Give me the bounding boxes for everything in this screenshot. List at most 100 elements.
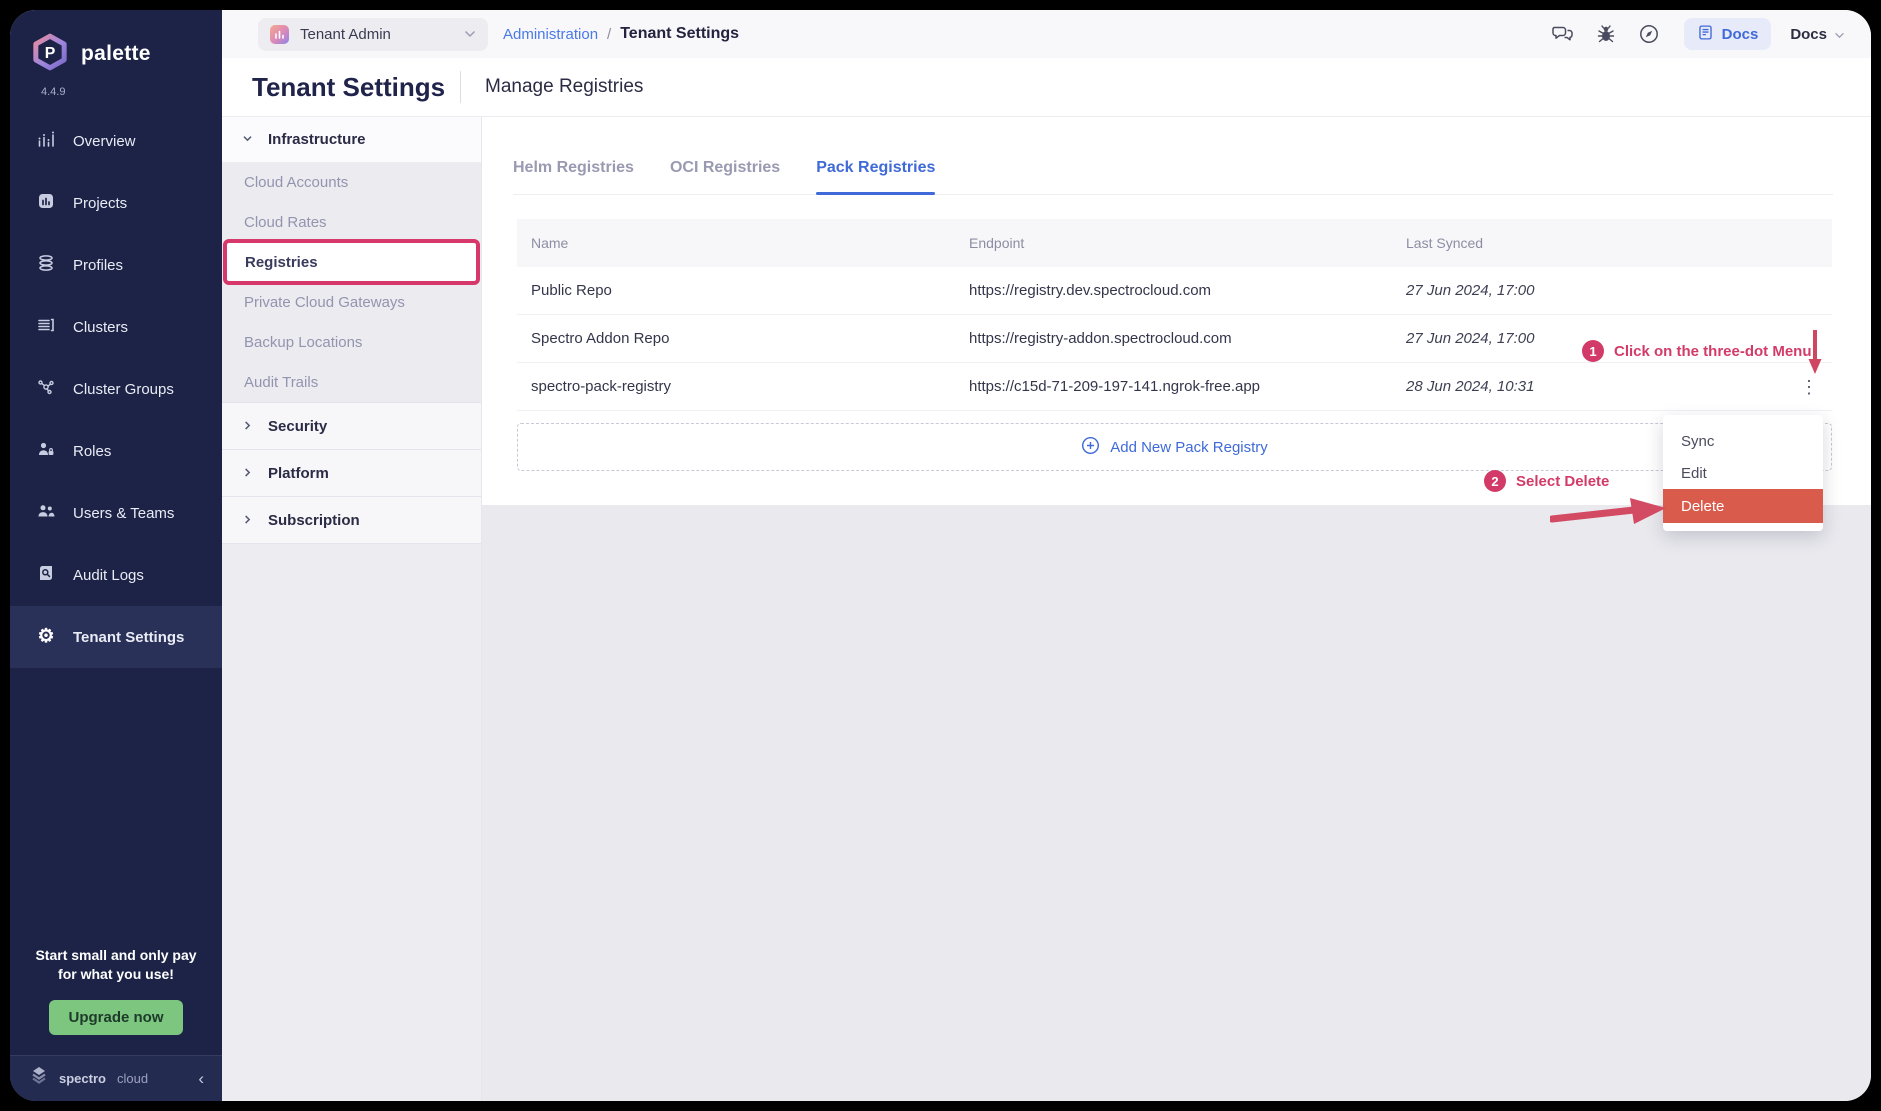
registry-endpoint: https://registry-addon.spectrocloud.com [969,330,1406,347]
tab-pack-registries[interactable]: Pack Registries [816,159,935,194]
sidebar-footer: spectrocloud ‹ [10,1055,222,1101]
promo-line: for what you use! [22,965,210,984]
nav-item-label: Cloud Accounts [244,174,348,191]
nav-item-label: Registries [245,254,318,271]
nav-group-label: Infrastructure [268,131,366,148]
annotation-arrow-down-icon [1807,328,1823,381]
sidebar-item-audit-logs[interactable]: Audit Logs [10,544,222,606]
nav-group-subscription[interactable]: Subscription [222,496,481,543]
sidebar-item-projects[interactable]: Projects [10,172,222,234]
breadcrumb-current: Tenant Settings [620,25,739,43]
nav-item-backup-locations[interactable]: Backup Locations [222,322,481,362]
profiles-stack-icon [36,253,56,277]
chevron-right-icon [242,418,253,435]
registry-name: spectro-pack-registry [517,378,969,395]
sidebar-item-label: Projects [73,195,127,212]
audit-logs-search-doc-icon [36,563,56,587]
nav-item-cloud-rates[interactable]: Cloud Rates [222,202,481,242]
chevron-down-icon [242,131,253,148]
context-menu-edit[interactable]: Edit [1663,457,1823,489]
nav-group-security[interactable]: Security [222,402,481,449]
chevron-down-icon [464,25,476,43]
app-version: 4.4.9 [41,86,222,98]
sidebar-item-overview[interactable]: Overview [10,110,222,172]
plus-circle-icon [1081,436,1100,459]
page-subtitle: Manage Registries [461,76,643,98]
registry-endpoint: https://c15d-71-209-197-141.ngrok-free.a… [969,378,1406,395]
nav-group-label: Platform [268,465,329,482]
nav-filler [222,543,481,1101]
sidebar-item-users-teams[interactable]: Users & Teams [10,482,222,544]
sidebar-item-clusters[interactable]: Clusters [10,296,222,358]
help-compass-icon[interactable] [1635,23,1663,45]
promo-line: Start small and only pay [22,946,210,965]
sidebar-item-profiles[interactable]: Profiles [10,234,222,296]
context-menu-delete[interactable]: Delete [1663,489,1823,523]
docs-dropdown-label: Docs [1790,26,1827,43]
registry-last-synced: 28 Jun 2024, 10:31 [1406,378,1716,395]
chevron-down-icon [1834,26,1845,43]
sidebar-item-label: Clusters [73,319,128,336]
sidebar-item-label: Cluster Groups [73,381,174,398]
projects-icon [36,191,56,215]
nav-item-label: Private Cloud Gateways [244,294,405,311]
step-2-text: Select Delete [1516,473,1609,490]
sidebar-item-tenant-settings[interactable]: ⚙ Tenant Settings [10,606,222,668]
brand-logo: P palette [10,10,222,76]
page-title: Tenant Settings [222,72,460,103]
breadcrumb-separator: / [607,26,611,43]
tab-helm-registries[interactable]: Helm Registries [513,159,634,194]
docs-dropdown[interactable]: Docs [1790,26,1845,43]
cluster-groups-network-icon [36,377,56,401]
nav-group-platform[interactable]: Platform [222,449,481,496]
footer-brand: spectro [59,1071,106,1086]
registry-endpoint: https://registry.dev.spectrocloud.com [969,282,1406,299]
three-dot-menu-icon[interactable]: ⋮ [1800,380,1832,394]
breadcrumb: Administration / Tenant Settings [503,25,739,43]
nav-item-private-cloud-gateways[interactable]: Private Cloud Gateways [222,282,481,322]
feedback-chat-icon[interactable] [1549,23,1577,45]
breadcrumb-administration-link[interactable]: Administration [503,26,598,43]
settings-nav: Infrastructure Cloud Accounts Cloud Rate… [222,117,481,1101]
clusters-list-icon [36,315,56,339]
nav-item-label: Backup Locations [244,334,362,351]
docs-book-icon [1697,24,1714,45]
nav-group-infrastructure[interactable]: Infrastructure [222,117,481,162]
page-header: Tenant Settings Manage Registries [222,58,1871,117]
project-scope-selector[interactable]: Tenant Admin [258,18,488,51]
row-context-menu: Sync Edit Delete [1663,415,1823,531]
users-teams-icon [36,501,56,525]
overview-chart-icon [36,129,56,153]
add-new-pack-registry-button[interactable]: Add New Pack Registry [517,423,1832,471]
chevron-right-icon [242,512,253,529]
nav-item-audit-trails[interactable]: Audit Trails [222,362,481,402]
upgrade-now-button[interactable]: Upgrade now [49,1000,182,1035]
registry-name: Public Repo [517,282,969,299]
upgrade-promo: Start small and only pay for what you us… [10,946,222,984]
add-button-label: Add New Pack Registry [1110,439,1268,456]
tab-oci-registries[interactable]: OCI Registries [670,159,780,194]
nav-item-label: Audit Trails [244,374,318,391]
sidebar-item-label: Roles [73,443,111,460]
spectro-cloud-logo-icon [28,1065,50,1092]
svg-text:P: P [45,44,56,61]
table-row: Public Repo https://registry.dev.spectro… [517,267,1832,315]
brand-name: palette [81,42,151,66]
sidebar-item-cluster-groups[interactable]: Cluster Groups [10,358,222,420]
collapse-sidebar-icon[interactable]: ‹ [198,1069,204,1089]
roles-person-lock-icon [36,439,56,463]
context-menu-sync[interactable]: Sync [1663,425,1823,457]
step-1-badge: 1 [1582,340,1604,362]
nav-item-cloud-accounts[interactable]: Cloud Accounts [222,162,481,202]
docs-panel-button[interactable]: Docs [1684,18,1772,50]
registries-panel: Helm Registries OCI Registries Pack Regi… [481,117,1871,1101]
bug-report-icon[interactable] [1592,23,1620,45]
main-region: Tenant Admin Administration / Tenant Set… [222,10,1871,1101]
registry-name: Spectro Addon Repo [517,330,969,347]
palette-hexagon-logo-icon: P [30,32,70,77]
sidebar-item-label: Profiles [73,257,123,274]
nav-item-registries-highlighted[interactable]: Registries [223,239,480,285]
table-header-row: Name Endpoint Last Synced [517,219,1832,267]
registries-tabs: Helm Registries OCI Registries Pack Regi… [513,117,1833,195]
sidebar-item-roles[interactable]: Roles [10,420,222,482]
